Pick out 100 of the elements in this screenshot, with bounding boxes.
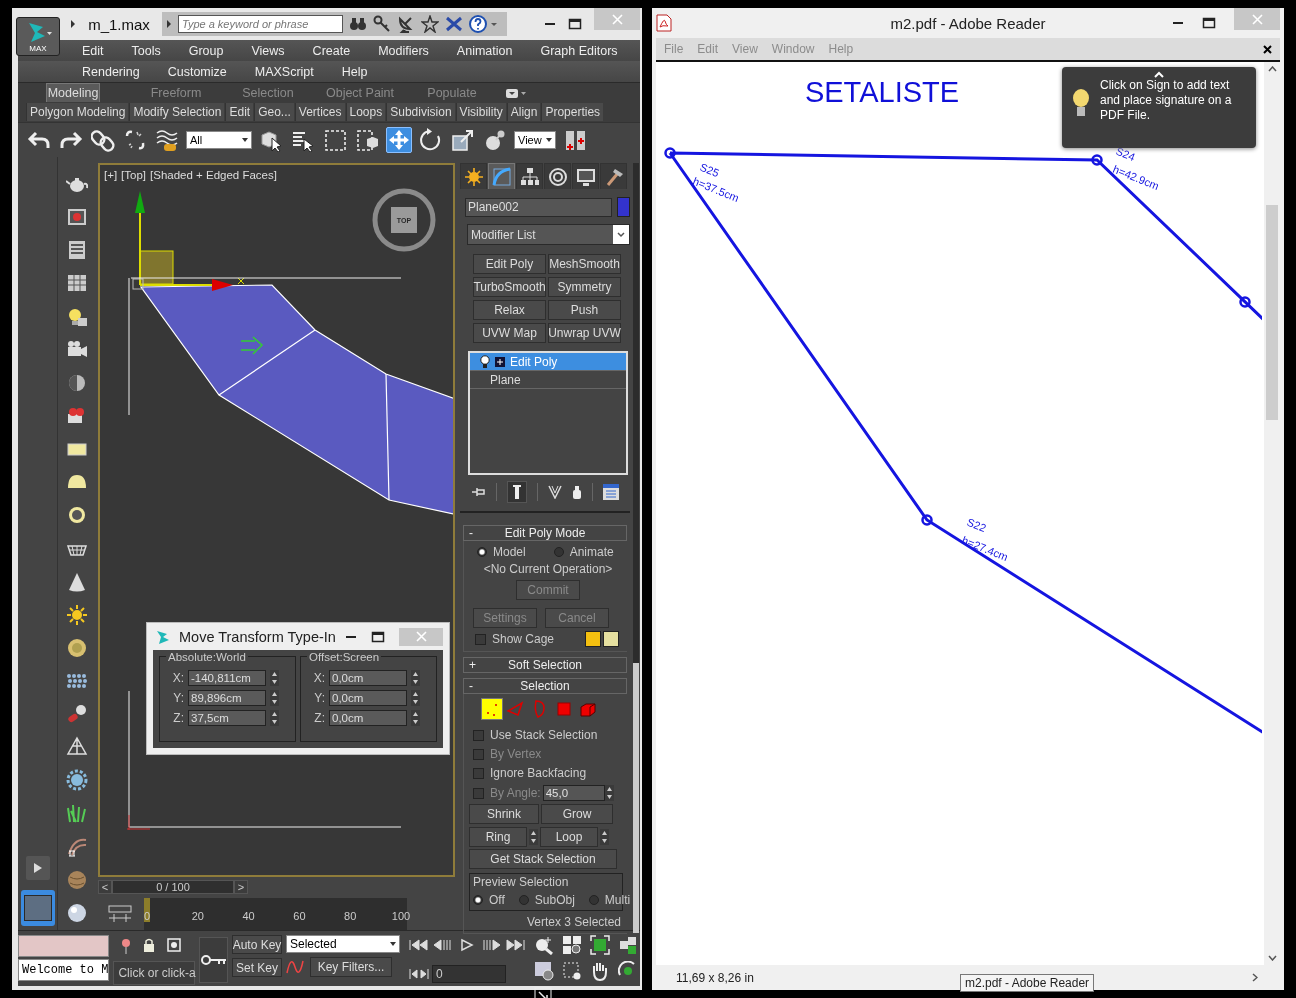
page-size-label: 11,69 x 8,26 in xyxy=(676,970,754,985)
ribbon-panel-button[interactable]: Properties xyxy=(541,103,604,121)
ribbon-panel-button[interactable]: Edit xyxy=(225,103,254,121)
document-heading: SETALISTE xyxy=(804,76,960,108)
axis-label: Z: xyxy=(313,711,325,725)
tick-label: 80 xyxy=(344,910,357,922)
grow-button[interactable]: Grow xyxy=(541,804,613,824)
modifier-button[interactable]: UVW Map xyxy=(473,323,546,343)
search-field[interactable]: Type a keyword or phrase xyxy=(178,15,343,33)
coordinate-field[interactable]: -140,811cm xyxy=(188,670,266,686)
ribbon-panel-button[interactable]: Visibility xyxy=(455,103,506,121)
coordinate-field[interactable]: 0,0cm xyxy=(329,690,407,706)
ribbon-panel-button[interactable]: Geo... xyxy=(254,103,294,121)
shrink-button[interactable]: Shrink xyxy=(469,804,539,824)
ribbon-panel-button[interactable]: Vertices xyxy=(294,103,345,121)
loop-button[interactable]: Loop xyxy=(540,827,598,847)
modifier-button[interactable]: TurboSmooth xyxy=(473,277,546,297)
menu-item[interactable]: Customize xyxy=(157,64,237,79)
rollout-header[interactable]: - Edit Poly Mode xyxy=(463,525,627,541)
point-label: S24 xyxy=(1114,144,1137,164)
operation-label: <No Current Operation> xyxy=(482,562,614,576)
dialog-title: Move Transform Type-In xyxy=(179,628,336,645)
radio-label: Animate xyxy=(569,545,614,559)
modifier-button[interactable]: Unwrap UVW xyxy=(548,323,621,343)
menu-item[interactable]: Modifiers xyxy=(368,43,439,58)
stack-item[interactable]: Edit Poly xyxy=(470,353,626,371)
next-frame-button[interactable]: > xyxy=(234,879,248,894)
frame-counter: 0 / 100 xyxy=(112,879,234,894)
radio-label: Model xyxy=(493,545,526,559)
coordinate-field[interactable]: 0,0cm xyxy=(329,710,407,726)
radio-label: Off xyxy=(489,893,505,907)
checkbox-label: Use Stack Selection xyxy=(490,728,598,742)
taskbar-tooltip: m2.pdf - Adobe Reader xyxy=(960,974,1095,992)
modifier-button[interactable]: Push xyxy=(548,300,621,320)
tick-label: 40 xyxy=(242,910,255,922)
radio-label: SubObj xyxy=(534,893,575,907)
checkbox-label: By Vertex xyxy=(490,747,542,761)
modifier-list-dropdown[interactable]: Modifier List xyxy=(467,224,630,245)
tick-label: 0 xyxy=(143,910,151,922)
modifier-button[interactable]: Symmetry xyxy=(548,277,621,297)
menu-item[interactable]: Help xyxy=(331,64,378,79)
viewport-menu-label[interactable]: [Top] xyxy=(121,169,147,181)
ribbon-panel-button[interactable]: Align xyxy=(506,103,541,121)
window-title: m2.pdf - Adobe Reader xyxy=(890,15,1046,32)
ribbon-panel-button[interactable]: Modify Selection xyxy=(129,103,225,121)
key-filters-button[interactable]: Key Filters... xyxy=(310,957,392,977)
dropdown[interactable]: View xyxy=(514,131,556,149)
menu-item[interactable]: Graph Editors xyxy=(530,43,628,58)
menu-item[interactable]: Views xyxy=(241,43,295,58)
dropdown[interactable]: All xyxy=(186,131,252,149)
group-title: Offset:Screen xyxy=(307,651,382,663)
modifier-button[interactable]: Relax xyxy=(473,300,546,320)
axis-label: X: xyxy=(312,671,325,685)
listener-field[interactable]: Welcome to M xyxy=(18,959,110,981)
ring-button[interactable]: Ring xyxy=(469,827,527,847)
ribbon-panel-button[interactable]: Polygon Modeling xyxy=(26,103,129,121)
axis-label: Y: xyxy=(172,691,184,705)
frame-field[interactable]: 0 xyxy=(432,964,506,983)
point-label: S25 xyxy=(698,160,721,180)
menu-item[interactable]: Edit xyxy=(72,43,114,58)
menu-item[interactable]: Tools xyxy=(121,43,171,58)
stack-item[interactable]: Plane xyxy=(470,371,626,389)
coordinate-field[interactable]: 37,5cm xyxy=(188,710,266,726)
ribbon-panel-button[interactable]: Subdivision xyxy=(386,103,455,121)
viewport-menu-label[interactable]: [Shaded + Edged Faces] xyxy=(150,169,277,181)
radio-label: Multi xyxy=(604,893,631,907)
previous-frame-button[interactable]: < xyxy=(98,879,112,894)
ribbon-panel-button[interactable]: Loops xyxy=(345,103,386,121)
selection-status: Vertex 3 Selected xyxy=(525,915,621,929)
object-name-field[interactable]: Plane002 xyxy=(465,197,612,217)
window-title: m_1.max xyxy=(87,15,151,33)
coordinate-field[interactable]: 0,0cm xyxy=(329,670,407,686)
modifier-button[interactable]: MeshSmooth xyxy=(548,254,621,274)
group-title: Absolute:World xyxy=(166,651,248,663)
menu-item[interactable]: MAXScript xyxy=(244,64,324,79)
axis-label: X: xyxy=(171,671,184,685)
tick-label: 20 xyxy=(191,910,204,922)
menu-item[interactable]: Create xyxy=(302,43,361,58)
prompt-field: Click or click-a xyxy=(113,961,196,985)
menu-item[interactable]: Rendering xyxy=(72,64,150,79)
set-key-mode-button[interactable]: Set Key xyxy=(232,958,282,977)
ribbon-tab[interactable]: Modeling xyxy=(46,83,100,102)
menu-item[interactable]: Group xyxy=(178,43,234,58)
coordinate-field[interactable]: 89,896cm xyxy=(188,690,266,706)
menu-item[interactable]: Animation xyxy=(446,43,523,58)
app-menu-button[interactable]: MAX xyxy=(16,17,60,56)
auto-key-button[interactable]: Auto Key xyxy=(232,935,282,954)
axis-label: Z: xyxy=(172,711,184,725)
checkbox-label: Ignore Backfacing xyxy=(490,766,587,780)
group-title: Preview Selection xyxy=(473,875,570,889)
point-label: S22 xyxy=(965,515,988,535)
rollout-header[interactable]: - Selection xyxy=(463,678,627,694)
viewport-menu-label[interactable]: [+] xyxy=(104,169,118,181)
key-mode-dropdown[interactable]: Selected xyxy=(286,935,400,953)
get-stack-selection-button[interactable]: Get Stack Selection xyxy=(469,849,617,869)
modifier-button[interactable]: Edit Poly xyxy=(473,254,546,274)
rollout-header[interactable]: + Soft Selection xyxy=(463,657,627,673)
checkbox-label: By Angle: xyxy=(490,786,541,800)
axis-label: Y: xyxy=(313,691,325,705)
checkbox-label: Show Cage xyxy=(492,632,555,646)
